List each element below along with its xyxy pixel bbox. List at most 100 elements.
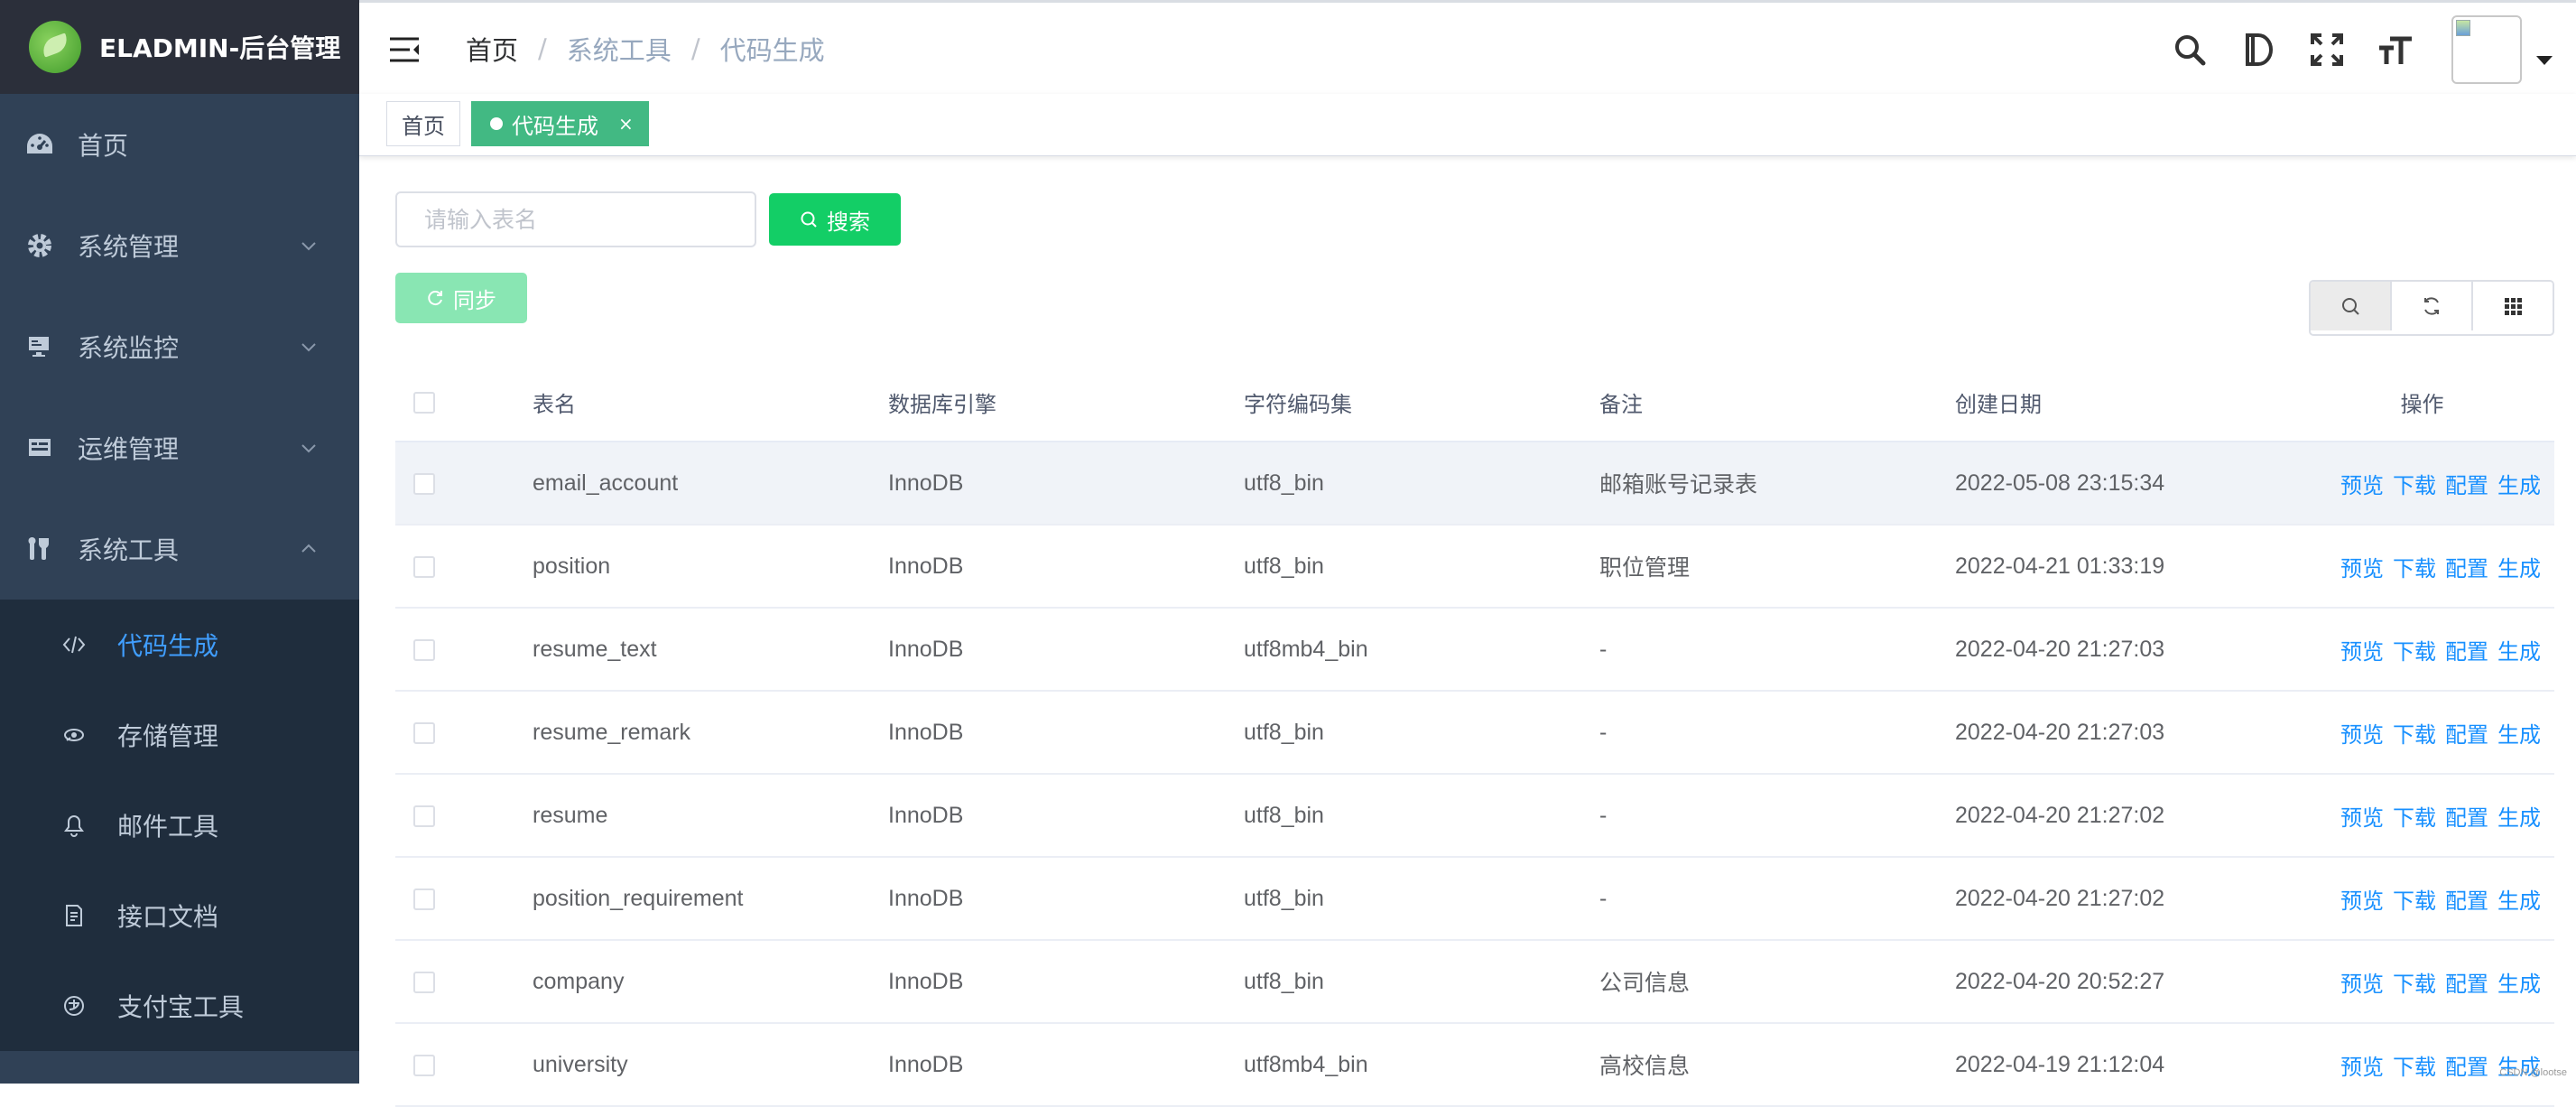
row-checkbox[interactable] [413, 638, 435, 661]
cell-engine: InnoDB [887, 442, 1243, 526]
cell-actions: 预览 下载 配置 生成 [2290, 774, 2554, 858]
sidebar-subitem-api-docs[interactable]: 接口文档 [0, 870, 359, 961]
fullscreen-icon[interactable] [2307, 30, 2347, 70]
table-name-search-input[interactable] [395, 191, 756, 247]
download-link[interactable]: 下载 [2393, 722, 2436, 748]
row-checkbox[interactable] [413, 888, 435, 910]
select-all-checkbox[interactable] [413, 392, 435, 414]
refresh-button[interactable] [2390, 282, 2471, 330]
tags-view: 首页 代码生成 × [359, 94, 2576, 156]
row-select-cell [395, 857, 532, 941]
download-link[interactable]: 下载 [2393, 1055, 2436, 1080]
cell-created: 2022-04-21 01:33:19 [1954, 525, 2290, 609]
font-size-icon[interactable] [2376, 30, 2415, 70]
download-link[interactable]: 下载 [2393, 805, 2436, 831]
table-row[interactable]: university InnoDB utf8mb4_bin 高校信息 2022-04-1… [395, 1023, 2554, 1107]
row-checkbox[interactable] [413, 721, 435, 744]
table-row[interactable]: resume_remark InnoDB utf8_bin -2022-04-20 2… [395, 691, 2554, 775]
sidebar-item-home[interactable]: 首页 [0, 94, 359, 195]
generate-link[interactable]: 生成 [2497, 556, 2541, 581]
monitor-icon [25, 332, 54, 361]
sidebar-item-system-management[interactable]: 系统管理 [0, 195, 359, 296]
sidebar-item-ops-management[interactable]: 运维管理 [0, 397, 359, 498]
sidebar-item-label: 系统管理 [78, 232, 180, 262]
cell-actions: 预览 下载 配置 生成 [2290, 608, 2554, 692]
download-link[interactable]: 下载 [2393, 888, 2436, 914]
sync-button[interactable]: 同步 [395, 273, 527, 323]
close-icon[interactable]: × [618, 113, 634, 135]
cell-name: resume_text [532, 608, 887, 692]
preview-link[interactable]: 预览 [2340, 639, 2384, 665]
sidebar-item-system-monitor[interactable]: 系统监控 [0, 296, 359, 397]
cell-engine: InnoDB [887, 940, 1243, 1024]
configure-link[interactable]: 配置 [2445, 805, 2488, 831]
generate-link[interactable]: 生成 [2497, 473, 2541, 498]
preview-link[interactable]: 预览 [2340, 473, 2384, 498]
code-gen-table: 表名 数据库引擎 字符编码集 备注 创建日期 操作 email_account I… [395, 363, 2554, 1107]
table-row[interactable]: position_requirement InnoDB utf8_bin -2022-… [395, 857, 2554, 941]
generate-link[interactable]: 生成 [2497, 888, 2541, 914]
search-icon[interactable] [2170, 30, 2210, 70]
cell-name: university [532, 1023, 887, 1107]
column-header-created: 创建日期 [1954, 363, 2290, 442]
generate-link[interactable]: 生成 [2497, 639, 2541, 665]
refresh-icon [2424, 297, 2439, 315]
sidebar-item-system-tools[interactable]: 系统工具 [0, 498, 359, 600]
hamburger-icon[interactable] [386, 32, 422, 68]
row-checkbox[interactable] [413, 1054, 435, 1076]
configure-link[interactable]: 配置 [2445, 639, 2488, 665]
row-checkbox[interactable] [413, 805, 435, 827]
configure-link[interactable]: 配置 [2445, 1055, 2488, 1080]
row-checkbox[interactable] [413, 971, 435, 993]
cell-charset: utf8mb4_bin [1243, 608, 1598, 692]
generate-link[interactable]: 生成 [2497, 972, 2541, 997]
generate-link[interactable]: 生成 [2497, 805, 2541, 831]
column-settings-button[interactable] [2471, 282, 2553, 330]
download-link[interactable]: 下载 [2393, 639, 2436, 665]
sidebar-subitem-alipay-tool[interactable]: 支付宝工具 [0, 961, 359, 1051]
breadcrumb-system-tools: 系统工具 [566, 35, 672, 66]
download-link[interactable]: 下载 [2393, 473, 2436, 498]
cell-engine: InnoDB [887, 691, 1243, 775]
docs-icon[interactable] [2238, 30, 2278, 70]
avatar[interactable] [2451, 15, 2522, 84]
preview-link[interactable]: 预览 [2340, 1055, 2384, 1080]
sync-button-label: 同步 [453, 287, 496, 313]
sidebar-subitem-code-generation[interactable]: 代码生成 [0, 600, 359, 690]
configure-link[interactable]: 配置 [2445, 556, 2488, 581]
configure-link[interactable]: 配置 [2445, 722, 2488, 748]
preview-link[interactable]: 预览 [2340, 556, 2384, 581]
configure-link[interactable]: 配置 [2445, 972, 2488, 997]
table-row[interactable]: resume_text InnoDB utf8mb4_bin -2022-04-20 … [395, 608, 2554, 692]
tag-home[interactable]: 首页 [386, 101, 460, 146]
search-button[interactable]: 搜索 [769, 193, 901, 246]
active-dot-icon [490, 117, 503, 130]
cell-name: email_account [532, 442, 887, 526]
breadcrumb-home[interactable]: 首页 [466, 30, 518, 68]
generate-link[interactable]: 生成 [2497, 722, 2541, 748]
row-checkbox[interactable] [413, 472, 435, 495]
logo[interactable]: ELADMIN-后台管理 [0, 0, 359, 94]
table-row[interactable]: resume InnoDB utf8_bin -2022-04-20 21:27:02… [395, 774, 2554, 858]
download-link[interactable]: 下载 [2393, 972, 2436, 997]
preview-link[interactable]: 预览 [2340, 888, 2384, 914]
bell-icon [61, 813, 87, 838]
toggle-search-button[interactable] [2311, 282, 2390, 330]
table-row[interactable]: company InnoDB utf8_bin 公司信息 2022-04-20 20:5… [395, 940, 2554, 1024]
sidebar-subitem-mail-tool[interactable]: 邮件工具 [0, 780, 359, 870]
grid-icon [2505, 298, 2522, 315]
preview-link[interactable]: 预览 [2340, 972, 2384, 997]
sidebar-subitem-storage[interactable]: 存储管理 [0, 690, 359, 780]
table-row[interactable]: email_account InnoDB utf8_bin 邮箱账号记录表 2022-0… [395, 442, 2554, 526]
download-link[interactable]: 下载 [2393, 556, 2436, 581]
row-checkbox[interactable] [413, 555, 435, 578]
table-row[interactable]: position InnoDB utf8_bin 职位管理 2022-04-21 01:… [395, 525, 2554, 609]
tag-code-generation[interactable]: 代码生成 × [471, 101, 649, 146]
caret-down-icon[interactable] [2536, 56, 2553, 65]
preview-link[interactable]: 预览 [2340, 722, 2384, 748]
column-header-charset: 字符编码集 [1243, 363, 1598, 442]
configure-link[interactable]: 配置 [2445, 473, 2488, 498]
configure-link[interactable]: 配置 [2445, 888, 2488, 914]
preview-link[interactable]: 预览 [2340, 805, 2384, 831]
column-header-engine: 数据库引擎 [887, 363, 1243, 442]
